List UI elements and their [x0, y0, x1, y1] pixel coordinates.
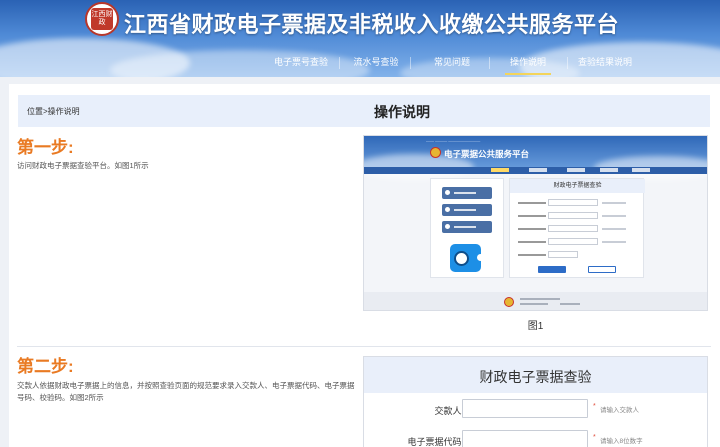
- nav-item-result-explain[interactable]: 查验结果说明: [578, 51, 632, 75]
- nav-separator: [410, 57, 411, 69]
- page-title: 操作说明: [374, 104, 430, 120]
- figure-1-nav: [364, 167, 707, 174]
- nav-separator: [567, 57, 568, 69]
- figure-1-field-label: [518, 254, 546, 256]
- figure-1-nav-item: [529, 168, 547, 172]
- nav-separator: [489, 57, 490, 69]
- figure-2-verify-form: 财政电子票据查验 交款人: * 请输入交款人 电子票据代码: * 请输入8位数字: [363, 356, 708, 447]
- site-logo[interactable]: 江西财政: [85, 2, 119, 36]
- payer-hint: 请输入交款人: [600, 407, 639, 414]
- figure-1-form-title: 财政电子票据查验: [510, 179, 645, 193]
- nav-item-faq[interactable]: 常见问题: [430, 51, 474, 75]
- nav-item-instructions[interactable]: 操作说明: [505, 51, 551, 75]
- figure-1-field-input: [548, 212, 598, 219]
- figure-1-nav-item: [491, 168, 509, 172]
- figure-1-field-label: [518, 215, 546, 217]
- figure-1-field-hint: [602, 202, 626, 204]
- section-divider: [17, 346, 711, 347]
- payer-input[interactable]: [462, 399, 588, 418]
- main-nav: 电子票号查验 流水号查验 常见问题 操作说明 查验结果说明: [0, 51, 720, 75]
- figure-1-field-label: [518, 202, 546, 204]
- figure-1-field-hint: [602, 215, 626, 217]
- ticket-code-input[interactable]: [462, 430, 588, 447]
- figure-1-field-input: [548, 251, 578, 258]
- figure-2-header: 财政电子票据查验: [364, 357, 707, 393]
- figure-1-field-label: [518, 228, 546, 230]
- ticket-code-label: 电子票据代码:: [407, 437, 464, 447]
- figure-1-field-input: [548, 238, 598, 245]
- payer-label: 交款人:: [434, 406, 464, 416]
- step-2-text: 交款人依据财政电子票据上的信息，并按照查验页面的规范要求录入交款人、电子票据代码…: [17, 381, 355, 402]
- breadcrumb: 位置>操作说明: [27, 107, 80, 116]
- step-1-text: 访问财政电子票据查验平台。如图1所示: [17, 161, 149, 170]
- header-banner: 江西财政 江西省财政电子票据及非税收入收缴公共服务平台 电子票号查验 流水号查验…: [0, 0, 720, 77]
- site-title: 江西省财政电子票据及非税收入收缴公共服务平台: [124, 12, 620, 37]
- figure-1-menu-button: [442, 221, 492, 233]
- nav-item-serial-verify[interactable]: 流水号查验: [350, 51, 402, 75]
- required-mark: *: [593, 403, 596, 410]
- figure-1-side-menu: [430, 178, 504, 278]
- figure-1-caption: 图1: [527, 321, 544, 332]
- required-mark: *: [593, 434, 596, 441]
- figure-1-reset-button: [588, 266, 616, 273]
- figure-1-footer-line: [520, 303, 548, 305]
- figure-1-footer: [364, 292, 707, 310]
- figure-1-field-input: [548, 199, 598, 206]
- logo-text: 江西财政: [91, 8, 113, 30]
- nav-separator: [339, 57, 340, 69]
- figure-1-menu-button: [442, 204, 492, 216]
- figure-1-screenshot: —— ——— ———————— 电子票据公共服务平台 财政电子票据查验: [363, 135, 708, 311]
- figure-1-menu-button: [442, 187, 492, 199]
- ticket-search-icon: [450, 244, 484, 272]
- figure-1-field-hint: [602, 228, 626, 230]
- figure-1-nav-item: [567, 168, 585, 172]
- figure-1-footer-line: [560, 303, 580, 305]
- step-2-title: 第二步:: [17, 357, 74, 376]
- figure-1-subtitle-placeholder: —— ——— ————————: [426, 138, 481, 143]
- figure-1-title: 电子票据公共服务平台: [444, 149, 530, 159]
- figure-1-nav-item: [600, 168, 618, 172]
- nav-item-ticket-verify[interactable]: 电子票号查验: [270, 51, 332, 75]
- figure-1-field-hint: [602, 241, 626, 243]
- figure-1-form: 财政电子票据查验: [509, 178, 645, 278]
- figure-1-emblem-icon: [430, 147, 441, 158]
- breadcrumb-bar: 位置>操作说明 操作说明: [18, 95, 710, 127]
- ticket-code-hint: 请输入8位数字: [600, 438, 643, 445]
- figure-1-field-input: [548, 225, 598, 232]
- figure-1-footer-emblem-icon: [504, 297, 514, 307]
- content-panel: 位置>操作说明 操作说明 第一步: 访问财政电子票据查验平台。如图1所示 —— …: [9, 84, 720, 447]
- figure-1-field-label: [518, 241, 546, 243]
- figure-2-title: 财政电子票据查验: [479, 369, 592, 385]
- figure-1-nav-item: [632, 168, 650, 172]
- figure-1-footer-line: [520, 298, 560, 300]
- step-1-title: 第一步:: [17, 138, 74, 157]
- figure-1-submit-button: [538, 266, 566, 273]
